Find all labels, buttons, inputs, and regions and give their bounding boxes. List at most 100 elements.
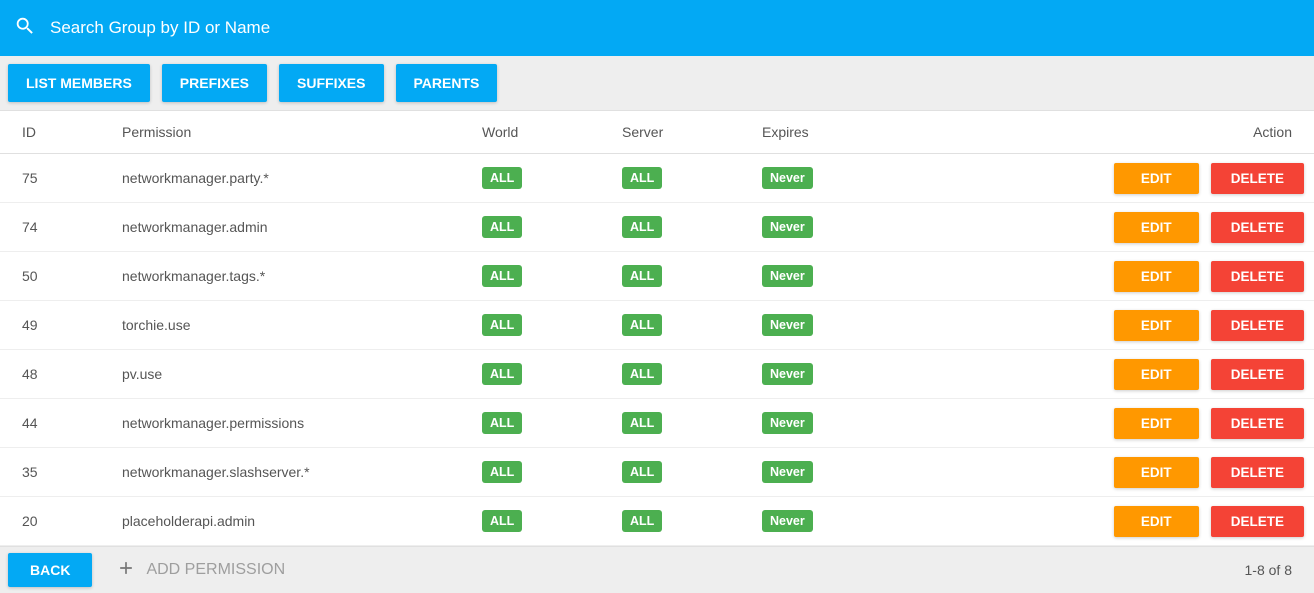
edit-button[interactable]: EDIT <box>1114 310 1199 341</box>
server-badge: ALL <box>622 265 662 287</box>
server-badge: ALL <box>622 314 662 336</box>
tab-prefixes[interactable]: PREFIXES <box>162 64 267 102</box>
tab-suffixes[interactable]: SUFFIXES <box>279 64 383 102</box>
cell-permission: torchie.use <box>122 317 482 333</box>
expires-badge: Never <box>762 216 813 238</box>
cell-world: ALL <box>482 363 622 385</box>
cell-world: ALL <box>482 461 622 483</box>
cell-id: 20 <box>22 513 122 529</box>
col-header-id: ID <box>22 124 122 140</box>
cell-world: ALL <box>482 510 622 532</box>
table-row: 48pv.useALLALLNeverEDITDELETE <box>0 350 1314 399</box>
delete-button[interactable]: DELETE <box>1211 310 1304 341</box>
cell-permission: networkmanager.slashserver.* <box>122 464 482 480</box>
col-header-action: Action <box>902 124 1304 140</box>
cell-server: ALL <box>622 461 762 483</box>
expires-badge: Never <box>762 510 813 532</box>
delete-button[interactable]: DELETE <box>1211 457 1304 488</box>
cell-world: ALL <box>482 265 622 287</box>
cell-id: 44 <box>22 415 122 431</box>
add-permission-label: ADD PERMISSION <box>146 561 285 579</box>
expires-badge: Never <box>762 461 813 483</box>
cell-expires: Never <box>762 167 902 189</box>
edit-button[interactable]: EDIT <box>1114 212 1199 243</box>
table-row: 75networkmanager.party.*ALLALLNeverEDITD… <box>0 154 1314 203</box>
cell-server: ALL <box>622 265 762 287</box>
col-header-expires: Expires <box>762 124 902 140</box>
add-permission-button[interactable]: ADD PERMISSION <box>116 558 285 583</box>
edit-button[interactable]: EDIT <box>1114 261 1199 292</box>
cell-expires: Never <box>762 265 902 287</box>
delete-button[interactable]: DELETE <box>1211 408 1304 439</box>
table-row: 50networkmanager.tags.*ALLALLNeverEDITDE… <box>0 252 1314 301</box>
world-badge: ALL <box>482 461 522 483</box>
cell-expires: Never <box>762 216 902 238</box>
cell-world: ALL <box>482 167 622 189</box>
plus-icon <box>116 558 146 583</box>
edit-button[interactable]: EDIT <box>1114 163 1199 194</box>
cell-id: 48 <box>22 366 122 382</box>
server-badge: ALL <box>622 167 662 189</box>
cell-id: 49 <box>22 317 122 333</box>
expires-badge: Never <box>762 363 813 385</box>
delete-button[interactable]: DELETE <box>1211 212 1304 243</box>
cell-expires: Never <box>762 510 902 532</box>
world-badge: ALL <box>482 216 522 238</box>
cell-expires: Never <box>762 363 902 385</box>
cell-permission: networkmanager.party.* <box>122 170 482 186</box>
cell-expires: Never <box>762 461 902 483</box>
server-badge: ALL <box>622 216 662 238</box>
world-badge: ALL <box>482 510 522 532</box>
table-header: ID Permission World Server Expires Actio… <box>0 111 1314 154</box>
delete-button[interactable]: DELETE <box>1211 506 1304 537</box>
edit-button[interactable]: EDIT <box>1114 359 1199 390</box>
cell-permission: networkmanager.tags.* <box>122 268 482 284</box>
search-input[interactable] <box>50 18 1300 38</box>
footer: BACK ADD PERMISSION 1-8 of 8 <box>0 546 1314 593</box>
cell-id: 35 <box>22 464 122 480</box>
table-row: 20placeholderapi.adminALLALLNeverEDITDEL… <box>0 497 1314 546</box>
table-row: 35networkmanager.slashserver.*ALLALLNeve… <box>0 448 1314 497</box>
cell-expires: Never <box>762 412 902 434</box>
col-header-world: World <box>482 124 622 140</box>
table-row: 44networkmanager.permissionsALLALLNeverE… <box>0 399 1314 448</box>
server-badge: ALL <box>622 510 662 532</box>
delete-button[interactable]: DELETE <box>1211 163 1304 194</box>
cell-server: ALL <box>622 510 762 532</box>
world-badge: ALL <box>482 167 522 189</box>
server-badge: ALL <box>622 461 662 483</box>
cell-id: 50 <box>22 268 122 284</box>
back-button[interactable]: BACK <box>8 553 92 587</box>
world-badge: ALL <box>482 412 522 434</box>
cell-permission: networkmanager.permissions <box>122 415 482 431</box>
expires-badge: Never <box>762 314 813 336</box>
tab-list-members[interactable]: LIST MEMBERS <box>8 64 150 102</box>
cell-server: ALL <box>622 412 762 434</box>
world-badge: ALL <box>482 314 522 336</box>
server-badge: ALL <box>622 363 662 385</box>
search-icon <box>14 15 50 42</box>
world-badge: ALL <box>482 265 522 287</box>
col-header-server: Server <box>622 124 762 140</box>
server-badge: ALL <box>622 412 662 434</box>
cell-expires: Never <box>762 314 902 336</box>
cell-server: ALL <box>622 314 762 336</box>
tabs-row: LIST MEMBERS PREFIXES SUFFIXES PARENTS <box>0 56 1314 111</box>
cell-server: ALL <box>622 363 762 385</box>
cell-server: ALL <box>622 167 762 189</box>
expires-badge: Never <box>762 265 813 287</box>
table-row: 74networkmanager.adminALLALLNeverEDITDEL… <box>0 203 1314 252</box>
tab-parents[interactable]: PARENTS <box>396 64 498 102</box>
pager-text: 1-8 of 8 <box>1245 562 1304 578</box>
delete-button[interactable]: DELETE <box>1211 359 1304 390</box>
cell-permission: networkmanager.admin <box>122 219 482 235</box>
edit-button[interactable]: EDIT <box>1114 506 1199 537</box>
edit-button[interactable]: EDIT <box>1114 408 1199 439</box>
cell-permission: placeholderapi.admin <box>122 513 482 529</box>
delete-button[interactable]: DELETE <box>1211 261 1304 292</box>
search-bar <box>0 0 1314 56</box>
edit-button[interactable]: EDIT <box>1114 457 1199 488</box>
expires-badge: Never <box>762 167 813 189</box>
cell-server: ALL <box>622 216 762 238</box>
cell-world: ALL <box>482 412 622 434</box>
